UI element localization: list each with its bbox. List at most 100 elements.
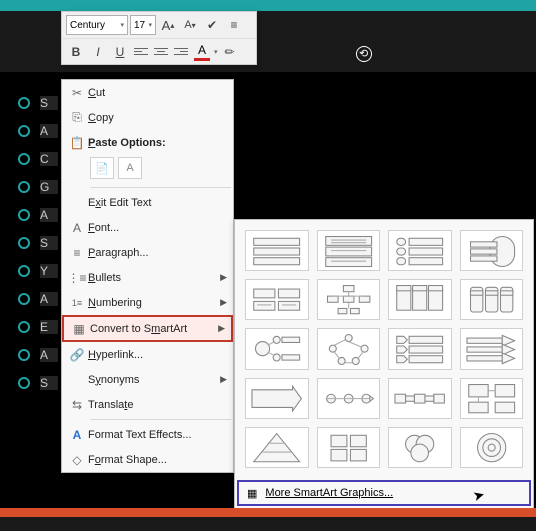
menu-convert-smartart[interactable]: ▦Convert to SmartArt▶	[62, 315, 233, 342]
menu-exit-edit-text[interactable]: Exit Edit Text	[62, 190, 233, 215]
font-color-button[interactable]: A	[192, 43, 212, 61]
list-item[interactable]: S	[18, 89, 58, 117]
smartart-basic-block-list[interactable]	[245, 230, 309, 271]
menu-separator	[90, 419, 231, 420]
rotate-handle[interactable]	[356, 46, 372, 62]
align-right-button[interactable]	[172, 43, 190, 61]
paste-keep-source-button[interactable]: 📄	[90, 157, 114, 179]
list-item[interactable]: Y	[18, 257, 58, 285]
menu-separator	[90, 187, 231, 188]
smartart-icon: ▦	[68, 319, 90, 339]
menu-label: Paragraph...	[88, 247, 227, 259]
text-effects-icon: A	[66, 425, 88, 445]
list-item[interactable]: A	[18, 341, 58, 369]
bullet-icon	[18, 377, 30, 389]
font-name-select[interactable]: Century▾	[66, 15, 128, 35]
smartart-vertical-bullet-list[interactable]	[317, 230, 381, 271]
paste-icon: 📋	[66, 133, 88, 153]
list-item[interactable]: A	[18, 201, 58, 229]
menu-label: Font...	[88, 222, 227, 234]
font-size-select[interactable]: 17▾	[130, 15, 156, 35]
smartart-basic-venn[interactable]	[388, 427, 452, 468]
menu-label: Hyperlink...	[88, 349, 227, 361]
clear-formatting-button[interactable]: ✏	[220, 42, 240, 62]
paste-text-only-button[interactable]: A	[118, 157, 142, 179]
smartart-vertical-chevron-list[interactable]	[388, 328, 452, 369]
smartart-vertical-box-list[interactable]	[388, 230, 452, 271]
app-header-bar	[0, 0, 536, 11]
list-item[interactable]: S	[18, 369, 58, 397]
menu-paragraph[interactable]: ≡Paragraph...	[62, 240, 233, 265]
menu-cut[interactable]: ✂Cut	[62, 80, 233, 105]
more-smartart-graphics[interactable]: ▦ More SmartArt Graphics... ➤	[237, 480, 531, 506]
bullet-icon	[18, 209, 30, 221]
dropdown-icon: ▾	[148, 21, 152, 29]
list-item[interactable]: C	[18, 145, 58, 173]
indent-button[interactable]: ≡	[224, 15, 244, 35]
smartart-vertical-arrow-list[interactable]	[460, 328, 524, 369]
cursor-icon: ➤	[471, 486, 487, 505]
submenu-arrow-icon: ▶	[218, 323, 225, 334]
submenu-arrow-icon: ▶	[220, 272, 227, 283]
smartart-horizontal-bullet-list[interactable]	[245, 279, 309, 320]
smartart-alternating-flow[interactable]	[388, 378, 452, 419]
smartart-picture-strips[interactable]	[460, 378, 524, 419]
copy-icon: ⎘	[66, 108, 88, 128]
smartart-table-list[interactable]	[460, 230, 524, 271]
list-item[interactable]: A	[18, 285, 58, 313]
smartart-continuous-cycle[interactable]	[317, 328, 381, 369]
align-center-button[interactable]	[152, 43, 170, 61]
list-item[interactable]: G	[18, 173, 58, 201]
smartart-picture-accent-list[interactable]	[388, 279, 452, 320]
menu-font[interactable]: AFont...	[62, 215, 233, 240]
bulleted-list: S A C G A S Y A E A S	[18, 89, 58, 397]
bullet-icon	[18, 125, 30, 137]
font-size-value: 17	[134, 20, 145, 31]
cut-icon: ✂	[66, 83, 88, 103]
decrease-font-button[interactable]: A▾	[180, 15, 200, 35]
list-item[interactable]: S	[18, 229, 58, 257]
menu-paste-options: 📋Paste Options:	[62, 130, 233, 155]
list-item[interactable]: A	[18, 117, 58, 145]
menu-label: Numbering	[88, 297, 220, 309]
menu-copy[interactable]: ⎘Copy	[62, 105, 233, 130]
menu-label: Bullets	[88, 272, 220, 284]
bullet-icon	[18, 321, 30, 333]
menu-label: Translate	[88, 399, 227, 411]
bullets-icon: ⋮≡	[66, 268, 88, 288]
smartart-basic-process[interactable]	[245, 378, 309, 419]
list-item[interactable]: E	[18, 313, 58, 341]
menu-label: Format Text Effects...	[88, 429, 227, 441]
dropdown-icon[interactable]: ▾	[214, 48, 218, 56]
format-painter-button[interactable]: ✔	[202, 15, 222, 35]
menu-label: Exit Edit Text	[88, 197, 227, 209]
smartart-basic-target[interactable]	[460, 427, 524, 468]
menu-format-shape[interactable]: ◇Format Shape...	[62, 447, 233, 472]
increase-font-button[interactable]: A▴	[158, 15, 178, 35]
menu-format-text-effects[interactable]: AFormat Text Effects...	[62, 422, 233, 447]
bullet-icon	[18, 153, 30, 165]
menu-synonyms[interactable]: Synonyms▶	[62, 367, 233, 392]
bullet-icon	[18, 293, 30, 305]
menu-label: Format Shape...	[88, 454, 227, 466]
menu-numbering[interactable]: 1≡Numbering▶	[62, 290, 233, 315]
menu-label: Cut	[88, 87, 227, 99]
translate-icon: ⇆	[66, 395, 88, 415]
dropdown-icon: ▾	[120, 21, 124, 29]
bold-button[interactable]: B	[66, 42, 86, 62]
hyperlink-icon: 🔗	[66, 345, 88, 365]
smartart-hierarchy[interactable]	[317, 279, 381, 320]
smartart-segmented-process[interactable]	[460, 279, 524, 320]
smartart-radial-list[interactable]	[245, 328, 309, 369]
menu-hyperlink[interactable]: 🔗Hyperlink...	[62, 342, 233, 367]
smartart-continuous-block-process[interactable]	[317, 378, 381, 419]
menu-translate[interactable]: ⇆Translate	[62, 392, 233, 417]
menu-label: Synonyms	[88, 374, 220, 386]
align-left-button[interactable]	[132, 43, 150, 61]
smartart-basic-matrix[interactable]	[317, 427, 381, 468]
smartart-basic-pyramid[interactable]	[245, 427, 309, 468]
menu-bullets[interactable]: ⋮≡Bullets▶	[62, 265, 233, 290]
italic-button[interactable]: I	[88, 42, 108, 62]
font-icon: A	[66, 218, 88, 238]
underline-button[interactable]: U	[110, 42, 130, 62]
